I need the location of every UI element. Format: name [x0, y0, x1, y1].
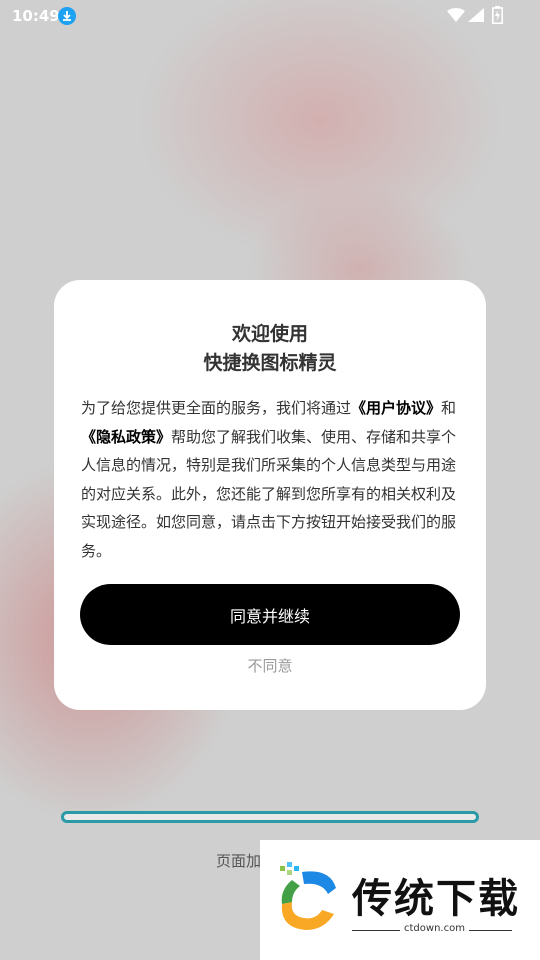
- watermark: 传统下载 ctdown.com: [260, 840, 540, 960]
- wifi-icon: [447, 8, 465, 22]
- status-time: 10:49: [12, 7, 60, 25]
- progress-bar: [61, 811, 479, 823]
- body-text-part: 和: [441, 399, 457, 417]
- loading-text: 页面加: [216, 852, 262, 870]
- status-bar: 10:49: [0, 0, 540, 32]
- body-text-part: 帮助您了解我们收集、使用、存储和共享个人信息的情况，特别是我们所采集的个人信息类…: [81, 427, 457, 560]
- dialog-title-line2: 快捷换图标精灵: [203, 352, 337, 374]
- signal-icon: [468, 8, 484, 22]
- disagree-button[interactable]: 不同意: [54, 655, 486, 676]
- agree-button[interactable]: 同意并继续: [80, 584, 460, 645]
- dialog-title-line1: 欢迎使用: [231, 323, 308, 345]
- privacy-policy-link[interactable]: 《隐私政策》: [81, 428, 171, 446]
- watermark-url: ctdown.com: [400, 923, 469, 934]
- battery-icon: [492, 6, 503, 24]
- user-agreement-link[interactable]: 《用户协议》: [351, 399, 441, 417]
- privacy-dialog: 欢迎使用 快捷换图标精灵 为了给您提供更全面的服务，我们将通过《用户协议》和《隐…: [54, 280, 486, 710]
- dialog-title: 欢迎使用 快捷换图标精灵: [54, 320, 486, 378]
- dialog-body: 为了给您提供更全面的服务，我们将通过《用户协议》和《隐私政策》帮助您了解我们收集…: [81, 394, 461, 566]
- brand-logo-icon: [280, 862, 336, 930]
- watermark-brand: 传统下载: [352, 876, 520, 922]
- download-icon: [58, 7, 76, 25]
- body-text-part: 为了给您提供更全面的服务，我们将通过: [81, 399, 352, 417]
